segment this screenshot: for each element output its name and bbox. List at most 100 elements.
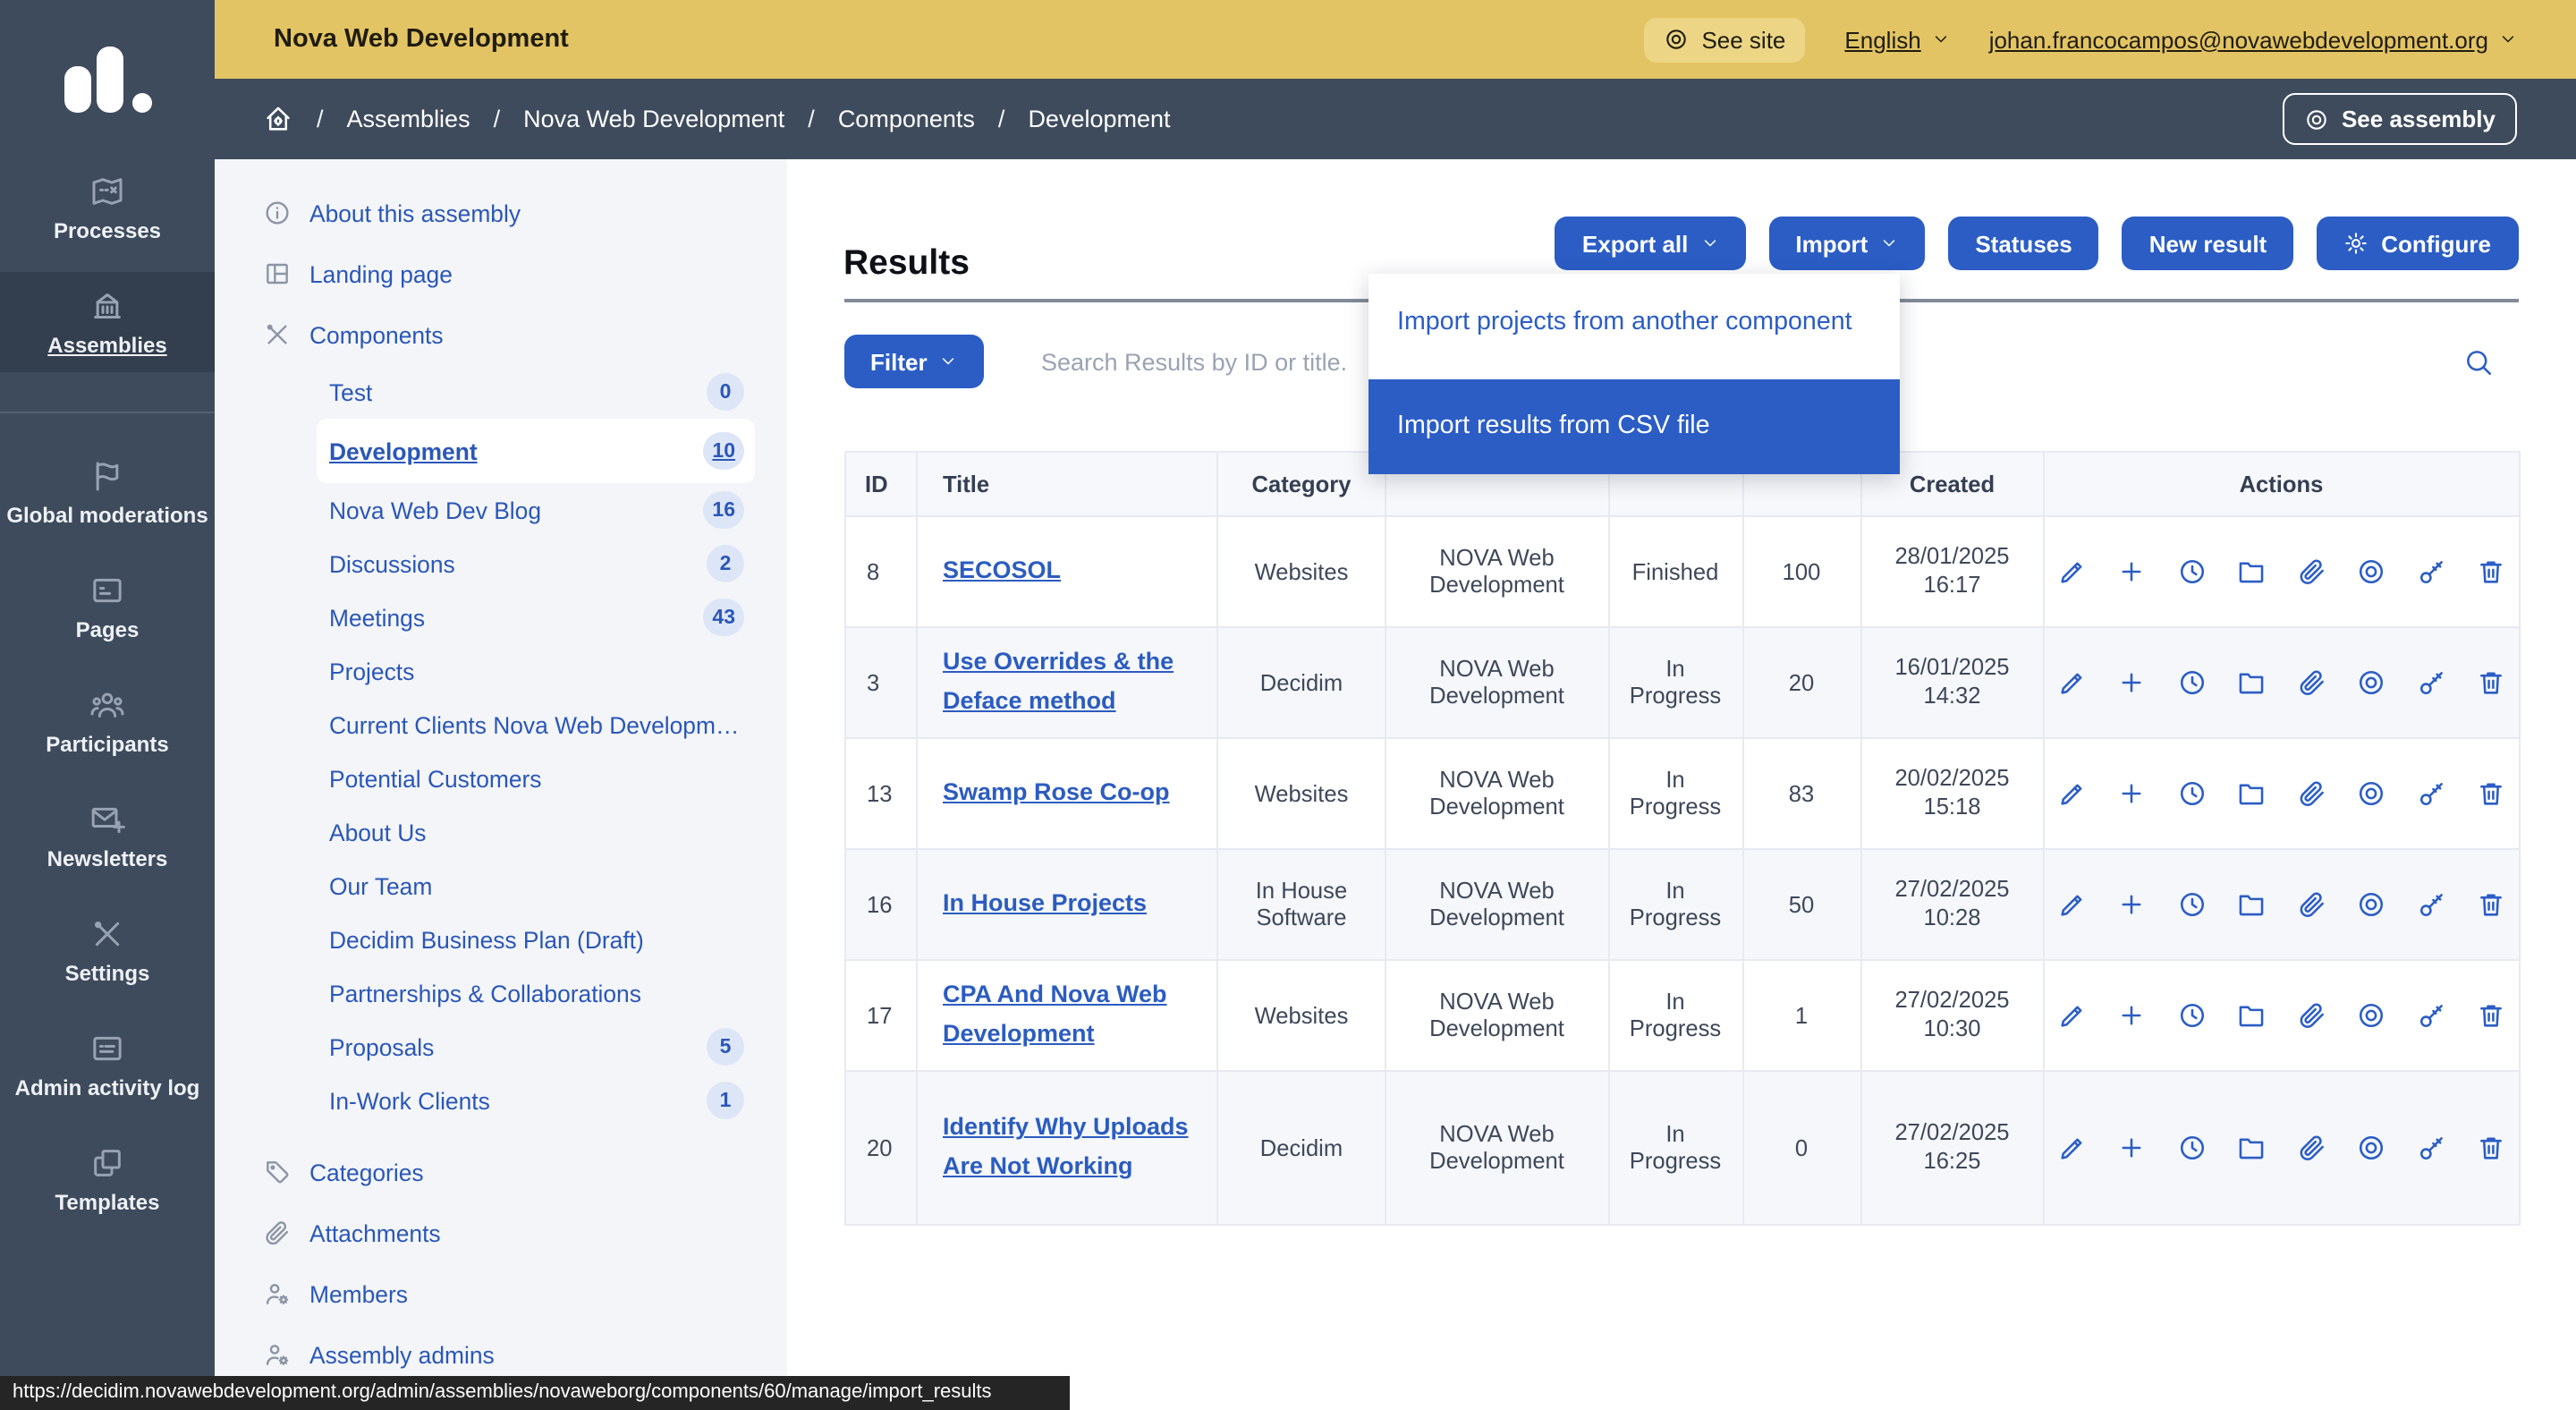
attachment-icon[interactable] <box>2296 556 2326 586</box>
sidebar-item-development[interactable]: Development10 <box>317 419 755 483</box>
user-menu[interactable]: johan.francocampos@novawebdevelopment.or… <box>1989 26 2517 53</box>
sidebar-item-proposals[interactable]: Proposals5 <box>215 1020 787 1074</box>
sidebar-item-about-us[interactable]: About Us <box>215 805 787 859</box>
search-icon[interactable] <box>2463 347 2494 378</box>
configure-button[interactable]: Configure <box>2317 217 2518 270</box>
edit-icon[interactable] <box>2056 888 2087 919</box>
sidebar-item-in-work-clients[interactable]: In-Work Clients1 <box>215 1074 787 1127</box>
sidebar-item-templates[interactable]: Templates <box>0 1129 215 1229</box>
folder-icon[interactable] <box>2236 999 2267 1030</box>
folder-icon[interactable] <box>2236 667 2267 697</box>
breadcrumb-item-assemblies[interactable]: Assemblies <box>347 106 470 132</box>
export-all-button[interactable]: Export all <box>1555 217 1746 270</box>
see-site-button[interactable]: See site <box>1644 17 1805 62</box>
breadcrumb-item-components[interactable]: Components <box>838 106 975 132</box>
preview-icon[interactable] <box>2356 888 2386 919</box>
delete-icon[interactable] <box>2476 1132 2506 1162</box>
breadcrumb-item-development[interactable]: Development <box>1028 106 1170 132</box>
edit-icon[interactable] <box>2056 1132 2087 1162</box>
sidebar-item-decidim-business-plan-draft[interactable]: Decidim Business Plan (Draft) <box>215 913 787 966</box>
edit-icon[interactable] <box>2056 777 2087 808</box>
delete-icon[interactable] <box>2476 888 2506 919</box>
see-assembly-button[interactable]: See assembly <box>2283 93 2517 145</box>
sidebar-item-test[interactable]: Test0 <box>215 365 787 419</box>
sidebar-item-discussions[interactable]: Discussions2 <box>215 537 787 590</box>
key-icon[interactable] <box>2416 667 2446 697</box>
sidebar-item-attachments[interactable]: Attachments <box>215 1202 787 1263</box>
key-icon[interactable] <box>2416 777 2446 808</box>
add-icon[interactable] <box>2116 888 2147 919</box>
folder-icon[interactable] <box>2236 556 2267 586</box>
sidebar-item-nova-web-dev-blog[interactable]: Nova Web Dev Blog16 <box>215 483 787 537</box>
attachment-icon[interactable] <box>2296 888 2326 919</box>
sidebar-item-participants[interactable]: Participants <box>0 671 215 771</box>
add-icon[interactable] <box>2116 556 2147 586</box>
result-title-link[interactable]: Swamp Rose Co-op <box>943 778 1170 805</box>
edit-icon[interactable] <box>2056 999 2087 1030</box>
attachment-icon[interactable] <box>2296 667 2326 697</box>
sidebar-item-members[interactable]: Members <box>215 1263 787 1324</box>
sidebar-item-our-team[interactable]: Our Team <box>215 859 787 913</box>
attachment-icon[interactable] <box>2296 777 2326 808</box>
sidebar-item-potential-customers[interactable]: Potential Customers <box>215 752 787 805</box>
add-icon[interactable] <box>2116 1132 2147 1162</box>
add-icon[interactable] <box>2116 667 2147 697</box>
home-icon[interactable] <box>263 104 293 134</box>
edit-icon[interactable] <box>2056 667 2087 697</box>
key-icon[interactable] <box>2416 999 2446 1030</box>
statuses-button[interactable]: Statuses <box>1948 217 2098 270</box>
result-title-link[interactable]: Use Overrides & the Deface method <box>943 649 1174 714</box>
clock-icon[interactable] <box>2176 556 2207 586</box>
sidebar-item-global-moderations[interactable]: Global moderations <box>0 442 215 542</box>
result-title-link[interactable]: In House Projects <box>943 889 1147 916</box>
preview-icon[interactable] <box>2356 667 2386 697</box>
language-selector[interactable]: English <box>1844 26 1949 53</box>
attachment-icon[interactable] <box>2296 1132 2326 1162</box>
new-result-button[interactable]: New result <box>2123 217 2294 270</box>
sidebar-item-projects[interactable]: Projects <box>215 644 787 698</box>
clock-icon[interactable] <box>2176 1132 2207 1162</box>
result-title-link[interactable]: Identify Why Uploads Are Not Working <box>943 1114 1189 1179</box>
import-button[interactable]: Import <box>1768 217 1925 270</box>
sidebar-item-admin-activity-log[interactable]: Admin activity log <box>0 1015 215 1115</box>
sidebar-item-assemblies[interactable]: Assemblies <box>0 272 215 372</box>
key-icon[interactable] <box>2416 1132 2446 1162</box>
folder-icon[interactable] <box>2236 1132 2267 1162</box>
sidebar-item-pages[interactable]: Pages <box>0 556 215 657</box>
clock-icon[interactable] <box>2176 777 2207 808</box>
delete-icon[interactable] <box>2476 667 2506 697</box>
add-icon[interactable] <box>2116 999 2147 1030</box>
clock-icon[interactable] <box>2176 667 2207 697</box>
sidebar-item-partnerships-collaborations[interactable]: Partnerships & Collaborations <box>215 966 787 1020</box>
preview-icon[interactable] <box>2356 999 2386 1030</box>
breadcrumb-item-nova-web-development[interactable]: Nova Web Development <box>523 106 784 132</box>
add-icon[interactable] <box>2116 777 2147 808</box>
delete-icon[interactable] <box>2476 999 2506 1030</box>
folder-icon[interactable] <box>2236 888 2267 919</box>
sidebar-item-newsletters[interactable]: Newsletters <box>0 786 215 886</box>
sidebar-item-meetings[interactable]: Meetings43 <box>215 590 787 644</box>
sidebar-item-categories[interactable]: Categories <box>215 1142 787 1202</box>
folder-icon[interactable] <box>2236 777 2267 808</box>
sidebar-item-processes[interactable]: Processes <box>0 157 215 258</box>
menu-item-import-projects-from-another-component[interactable]: Import projects from another component <box>1368 273 1900 378</box>
menu-item-import-results-from-csv-file[interactable]: Import results from CSV file <box>1368 378 1900 474</box>
sidebar-item-about-this-assembly[interactable]: About this assembly <box>215 183 787 243</box>
edit-icon[interactable] <box>2056 556 2087 586</box>
sidebar-item-settings[interactable]: Settings <box>0 900 215 1000</box>
delete-icon[interactable] <box>2476 777 2506 808</box>
sidebar-item-landing-page[interactable]: Landing page <box>215 243 787 304</box>
key-icon[interactable] <box>2416 888 2446 919</box>
decidim-logo[interactable] <box>0 0 215 157</box>
result-title-link[interactable]: SECOSOL <box>943 556 1061 583</box>
filter-button[interactable]: Filter <box>843 335 985 388</box>
delete-icon[interactable] <box>2476 556 2506 586</box>
key-icon[interactable] <box>2416 556 2446 586</box>
clock-icon[interactable] <box>2176 999 2207 1030</box>
attachment-icon[interactable] <box>2296 999 2326 1030</box>
preview-icon[interactable] <box>2356 1132 2386 1162</box>
result-title-link[interactable]: CPA And Nova Web Development <box>943 981 1167 1047</box>
sidebar-item-components[interactable]: Components <box>215 304 787 365</box>
sidebar-item-current-clients-nova-web-development[interactable]: Current Clients Nova Web Development <box>215 698 787 752</box>
preview-icon[interactable] <box>2356 556 2386 586</box>
